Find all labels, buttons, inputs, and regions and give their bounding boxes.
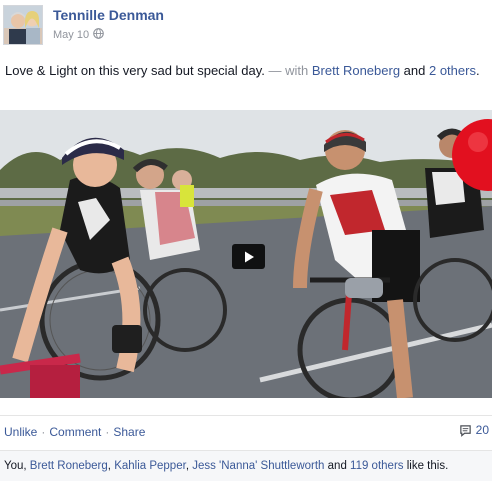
message-end: . bbox=[475, 63, 480, 78]
post-message: Love & Light on this very sad but specia… bbox=[5, 62, 487, 80]
author-name[interactable]: Tennille Denman bbox=[53, 7, 164, 23]
actions-divider bbox=[0, 415, 492, 416]
likes-and: and bbox=[324, 460, 351, 472]
share-button[interactable]: Share bbox=[113, 425, 145, 439]
play-icon bbox=[244, 251, 254, 262]
likes-bar: You, Brett Roneberg, Kahlia Pepper, Jess… bbox=[0, 450, 492, 481]
likes-sentence: You, Brett Roneberg, Kahlia Pepper, Jess… bbox=[4, 460, 448, 472]
liker-link[interactable]: Jess 'Nanna' Shuttleworth bbox=[192, 460, 324, 472]
tagged-others-link[interactable]: 2 others bbox=[429, 63, 476, 78]
globe-icon[interactable] bbox=[93, 28, 104, 42]
message-text: Love & Light on this very sad but specia… bbox=[5, 63, 265, 78]
likes-others-link[interactable]: 119 others bbox=[350, 460, 404, 472]
tagged-person-link[interactable]: Brett Roneberg bbox=[312, 63, 400, 78]
avatar-photo bbox=[4, 6, 42, 44]
comment-icon bbox=[459, 424, 471, 437]
comment-count-link[interactable]: 20 bbox=[459, 423, 489, 437]
comment-count: 20 bbox=[475, 423, 489, 437]
liker-link[interactable]: Kahlia Pepper bbox=[114, 460, 186, 472]
action-separator: · bbox=[41, 425, 46, 439]
message-and: and bbox=[400, 63, 429, 78]
likes-suffix: like this. bbox=[403, 460, 449, 472]
feed-post: Tennille Denman May 10 Love & Light on t… bbox=[0, 0, 492, 487]
post-meta: May 10 bbox=[53, 28, 104, 42]
action-separator: · bbox=[105, 425, 110, 439]
unlike-button[interactable]: Unlike bbox=[4, 425, 37, 439]
play-button[interactable] bbox=[232, 244, 265, 269]
author-avatar[interactable] bbox=[3, 5, 43, 45]
post-date[interactable]: May 10 bbox=[53, 29, 89, 41]
post-actions: Unlike · Comment · Share bbox=[4, 425, 145, 439]
liker-link[interactable]: Brett Roneberg bbox=[30, 460, 108, 472]
comment-button[interactable]: Comment bbox=[49, 425, 101, 439]
likes-prefix: You, bbox=[4, 460, 30, 472]
message-with: — with bbox=[264, 63, 312, 78]
